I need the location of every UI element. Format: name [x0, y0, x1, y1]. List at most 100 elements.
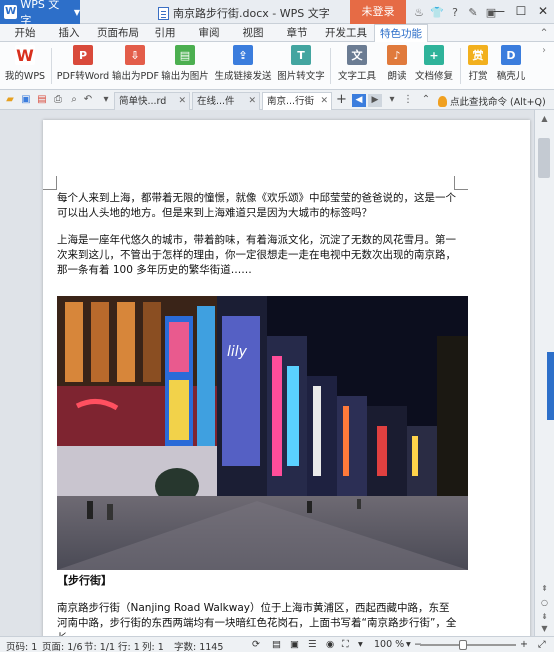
share-link-button[interactable]: ⇪ 生成链接发送 — [212, 45, 274, 87]
undo-icon[interactable]: ↶ — [82, 94, 94, 106]
title-toolbar: ♨ 👕 ? ✎ ▣ — [410, 0, 500, 24]
export-pdf-quick-icon[interactable]: ▤ — [36, 94, 48, 106]
tab-insert[interactable]: 插入 — [50, 24, 88, 42]
tab-section[interactable]: 章节 — [280, 24, 314, 42]
paragraph-intro[interactable]: 每个人来到上海，都带着无限的憧憬，就像《欢乐颂》中邱莹莹的爸爸说的，这是一个可以… — [57, 191, 457, 221]
image-to-text-button[interactable]: T 图片转文字 — [276, 45, 326, 87]
doc-tab-2[interactable]: 在线...件 ✕ — [192, 92, 260, 110]
scroll-down-icon[interactable]: ▼ — [539, 624, 550, 633]
page-view-icon[interactable]: ▣ — [290, 639, 299, 650]
text-tools-icon: 文 — [347, 45, 367, 65]
window-controls: — ☐ ✕ — [488, 0, 554, 24]
next-page-icon[interactable]: ⇟ — [539, 612, 550, 621]
status-page-code: 页码: 1 — [6, 642, 38, 652]
read-aloud-button[interactable]: ♪ 朗读 — [382, 45, 412, 87]
minimize-icon[interactable]: — — [488, 0, 510, 24]
wps-logo-icon: W — [15, 45, 35, 65]
tab-scroll-left-icon[interactable]: ◀ — [352, 94, 366, 107]
web-view-icon[interactable]: ◉ — [326, 639, 334, 650]
zoom-in-icon[interactable]: + — [520, 639, 528, 650]
side-panel-toggle[interactable] — [547, 352, 554, 420]
full-screen-icon[interactable]: ⛶ — [342, 639, 349, 650]
tab-list-icon[interactable]: ▾ — [386, 94, 398, 106]
reading-view-icon[interactable]: ▤ — [272, 639, 281, 650]
reward-icon: 赏 — [468, 45, 488, 65]
text-tools-button[interactable]: 文 文字工具 — [334, 45, 380, 87]
save-icon[interactable]: ▣ — [20, 94, 32, 106]
new-tab-icon[interactable]: + — [336, 93, 347, 107]
zoom-level[interactable]: 100 % — [374, 639, 404, 650]
skin-icon[interactable]: ♨ — [410, 6, 428, 19]
gaokeer-icon: D — [501, 45, 521, 65]
fit-page-icon[interactable]: ⤢ — [538, 639, 546, 650]
paragraph-shanghai[interactable]: 上海是一座年代悠久的城市，带着韵味，有着海派文化，沉淀了无数的风花雪月。第一次来… — [57, 233, 457, 278]
print-preview-icon[interactable]: ⌕ — [68, 94, 80, 106]
scroll-up-icon[interactable]: ▲ — [539, 114, 550, 123]
reward-button[interactable]: 赏 打赏 — [464, 45, 492, 87]
status-word-count[interactable]: 字数: 1145 — [174, 639, 223, 652]
command-search[interactable]: 点此查找命令 (Alt+Q) — [438, 94, 546, 108]
image-to-text-icon: T — [291, 45, 311, 65]
doc-repair-button[interactable]: + 文档修复 — [414, 45, 454, 87]
view-menu-icon[interactable]: ▾ — [358, 639, 363, 650]
close-icon[interactable]: ✕ — [532, 0, 554, 24]
zoom-slider-track[interactable] — [420, 644, 516, 646]
margin-corner-mark — [43, 176, 57, 190]
tab-home[interactable]: 开始 — [6, 24, 44, 42]
ribbon-more-icon[interactable]: › — [536, 45, 552, 87]
tab-review[interactable]: 审阅 — [192, 24, 226, 42]
doc-repair-icon: + — [424, 45, 444, 65]
open-folder-icon[interactable]: ▰ — [4, 94, 16, 106]
print-icon[interactable]: ⎙ — [52, 94, 64, 106]
tab-scroll-right-icon[interactable]: ▶ — [368, 94, 382, 107]
login-button[interactable]: 未登录 — [350, 0, 406, 24]
document-tab-row: ▰ ▣ ▤ ⎙ ⌕ ↶ ▾ 简单快...rd ✕ 在线...件 ✕ 南京...行… — [0, 90, 554, 110]
collapse-icon[interactable]: ⌃ — [420, 94, 432, 106]
app-menu-button[interactable]: W WPS 文字 ▼ — [0, 0, 80, 27]
nanjing-road-photo[interactable]: lily — [57, 296, 468, 570]
share-link-icon: ⇪ — [233, 45, 253, 65]
close-tab-icon[interactable]: ✕ — [248, 93, 256, 110]
my-wps-button[interactable]: W 我的WPS — [4, 45, 46, 87]
help-icon[interactable]: ? — [446, 6, 464, 19]
street-night-image: lily — [57, 296, 468, 570]
maximize-icon[interactable]: ☐ — [510, 0, 532, 24]
status-bar: 页码: 1 页面: 1/6 节: 1/1 行: 1 列: 1 字数: 1145 … — [0, 636, 554, 652]
tab-developer[interactable]: 开发工具 — [320, 24, 372, 42]
scroll-thumb[interactable] — [538, 138, 550, 178]
ribbon-collapse-icon[interactable]: ⌃ — [536, 24, 552, 42]
select-browse-object-icon[interactable]: ○ — [539, 598, 550, 607]
export-pdf-button[interactable]: ⇩ 输出为PDF — [112, 45, 159, 87]
more-icon[interactable]: ⋮ — [402, 94, 414, 106]
close-tab-icon[interactable]: ✕ — [320, 93, 328, 110]
section-heading[interactable]: 【步行街】 — [57, 572, 112, 588]
doc-tab-3[interactable]: 南京...行街 ✕ — [262, 92, 332, 110]
tab-references[interactable]: 引用 — [148, 24, 182, 42]
window-title: 南京路步行街.docx - WPS 文字 — [158, 5, 330, 21]
gaokeer-button[interactable]: D 稿壳儿 — [494, 45, 528, 87]
pdf-to-word-button[interactable]: P PDF转Word — [56, 45, 110, 87]
status-page: 页面: 1/6 — [42, 642, 83, 652]
doc-tab-1[interactable]: 简单快...rd ✕ — [114, 92, 190, 110]
tab-page-layout[interactable]: 页面布局 — [92, 24, 144, 42]
paragraph-walkway[interactable]: 南京路步行街（Nanjing Road Walkway）位于上海市黄浦区，西起西… — [57, 601, 457, 636]
zoom-slider-knob[interactable] — [459, 640, 468, 650]
lightbulb-icon — [438, 95, 447, 107]
tab-special-features[interactable]: 特色功能 — [374, 24, 428, 42]
quick-access-menu-icon[interactable]: ▾ — [100, 94, 112, 106]
close-tab-icon[interactable]: ✕ — [178, 93, 186, 110]
track-changes-icon[interactable]: ⟳ — [252, 639, 260, 650]
svg-text:lily: lily — [227, 344, 248, 360]
wps-logo-icon: W — [4, 5, 18, 19]
tab-view[interactable]: 视图 — [236, 24, 270, 42]
prev-page-icon[interactable]: ⇞ — [539, 584, 550, 593]
status-section: 节: 1/1 — [84, 642, 116, 652]
export-image-button[interactable]: ▤ 输出为图片 — [160, 45, 210, 87]
document-area: 每个人来到上海，都带着无限的憧憬，就像《欢乐颂》中邱莹莹的爸爸说的，这是一个可以… — [0, 110, 534, 636]
zoom-dropdown-icon[interactable]: ▾ — [406, 639, 411, 650]
feedback-icon[interactable]: ✎ — [464, 6, 482, 19]
outline-view-icon[interactable]: ☰ — [308, 639, 317, 650]
export-image-icon: ▤ — [175, 45, 195, 65]
shirt-icon[interactable]: 👕 — [428, 6, 446, 19]
pdf-to-word-icon: P — [73, 45, 93, 65]
